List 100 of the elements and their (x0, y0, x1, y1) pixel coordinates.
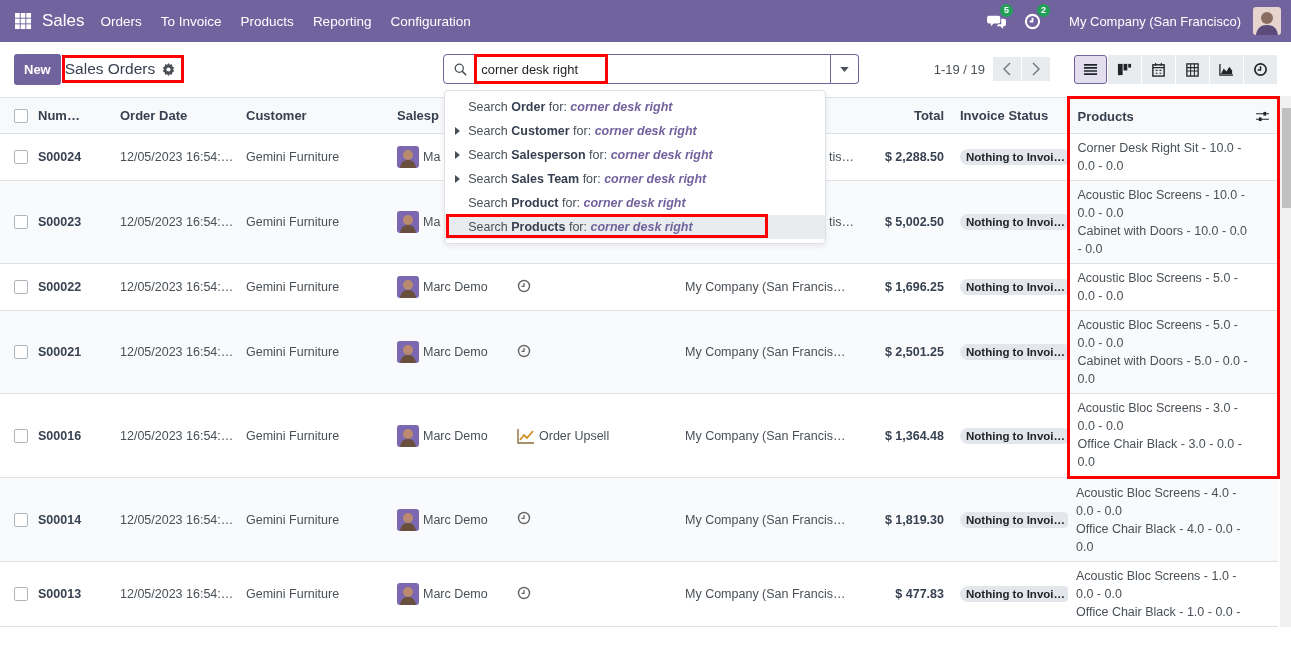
list-view-button[interactable] (1074, 54, 1107, 84)
dropdown-item[interactable]: Search Order for: corner desk right (445, 95, 826, 119)
total-amount: $ 2,288.50 (884, 150, 944, 164)
order-number: S00016 (38, 428, 82, 443)
row-checkbox[interactable] (14, 512, 28, 527)
calendar-view-button[interactable] (1142, 54, 1175, 84)
trend-chart-icon (517, 427, 535, 444)
total-amount: $ 1,819.30 (884, 512, 944, 527)
activity-icon (1253, 61, 1268, 77)
activity-label[interactable]: Order Upsell (539, 428, 610, 443)
status-badge: Nothing to Invoi… (960, 511, 1068, 528)
apps-menu-icon[interactable] (15, 12, 32, 30)
dropdown-item[interactable]: Search Product for: corner desk right (445, 191, 826, 215)
avatar-icon (397, 424, 419, 447)
customer-name: Gemini Furniture (246, 345, 340, 359)
total-amount: $ 477.83 (895, 587, 944, 601)
order-number: S00022 (38, 280, 82, 294)
total-amount: $ 1,696.25 (884, 280, 944, 294)
customer-name: Gemini Furniture (246, 587, 340, 601)
select-all-checkbox[interactable] (14, 109, 28, 124)
expand-triangle-icon[interactable] (455, 175, 461, 183)
app-name[interactable]: Sales (42, 11, 85, 31)
menu-item[interactable]: To Invoice (160, 13, 222, 29)
search-options-toggle[interactable] (831, 54, 860, 84)
menu-item[interactable]: Configuration (390, 13, 471, 29)
dropdown-item[interactable]: Search Sales Team for: corner desk right (445, 167, 826, 191)
column-header[interactable]: Total (913, 108, 944, 123)
salesperson-name: Marc Demo (423, 428, 488, 443)
chevron-left-icon (1003, 62, 1011, 76)
graph-view-button[interactable] (1210, 54, 1243, 84)
dropdown-item[interactable]: Search Products for: corner desk right (445, 215, 826, 239)
kanban-view-button[interactable] (1108, 54, 1141, 84)
total-amount: $ 2,501.25 (884, 345, 944, 359)
row-checkbox[interactable] (14, 345, 28, 360)
total-amount: $ 1,364.48 (884, 428, 944, 443)
menu-item[interactable]: Orders (100, 13, 142, 29)
status-badge: Nothing to Invoi… (960, 586, 1068, 602)
clock-icon[interactable] (517, 343, 531, 358)
calendar-icon (1151, 61, 1166, 77)
salesperson-name: Ma (423, 150, 441, 164)
chevron-right-icon (1032, 62, 1040, 76)
order-date: 12/05/2023 16:54:… (120, 280, 234, 294)
order-date: 12/05/2023 16:54:… (120, 215, 234, 229)
row-checkbox[interactable] (14, 280, 28, 295)
column-header[interactable]: Products (1068, 97, 1278, 134)
salesperson-name: Ma (423, 215, 441, 229)
user-avatar-icon[interactable] (1253, 7, 1281, 35)
total-amount: $ 5,002.50 (884, 215, 944, 229)
order-number: S00014 (38, 512, 82, 527)
column-header[interactable]: Salesp (397, 108, 439, 123)
company-name: tis… (829, 215, 854, 229)
column-header[interactable]: Customer (246, 108, 307, 123)
row-checkbox[interactable] (14, 215, 28, 230)
activity-view-button[interactable] (1244, 54, 1277, 84)
avatar-icon (397, 508, 419, 531)
expand-triangle-icon[interactable] (455, 151, 461, 159)
status-badge: Nothing to Invoi… (960, 427, 1068, 444)
salesperson-name: Marc Demo (423, 280, 488, 294)
avatar-icon (397, 276, 419, 298)
products-cell: Acoustic Bloc Screens - 1.0 - 0.0 - 0.0 Office Chair Black - 1.0 - 0.0 - (1068, 561, 1278, 627)
order-number: S00024 (38, 150, 82, 164)
pager-value: 1-19 / 19 (933, 61, 985, 77)
avatar-icon (397, 146, 419, 168)
products-cell: Acoustic Bloc Screens - 10.0 - 0.0 - 0.0 Cabinet with Doors - 10.0 - 0.0 - 0.0 (1068, 180, 1278, 264)
settings-icon[interactable] (162, 62, 176, 76)
clock-icon[interactable] (517, 511, 531, 525)
salesperson-name: Marc Demo (423, 587, 488, 601)
company-name: My Company (San Francis… (685, 587, 846, 601)
status-badge: Nothing to Invoi… (960, 344, 1068, 360)
pivot-view-button[interactable] (1176, 54, 1209, 84)
status-badge: Nothing to Invoi… (960, 149, 1068, 165)
salesperson-name: Marc Demo (423, 512, 488, 527)
sliders-icon[interactable] (1255, 110, 1269, 122)
row-checkbox[interactable] (14, 428, 28, 443)
graph-icon (1219, 61, 1234, 77)
status-badge: Nothing to Invoi… (960, 214, 1068, 230)
row-checkbox[interactable] (14, 587, 28, 602)
pivot-icon (1185, 61, 1200, 77)
menu-item[interactable]: Reporting (312, 13, 372, 29)
customer-name: Gemini Furniture (246, 150, 340, 164)
new-button[interactable]: New (14, 53, 61, 85)
order-date: 12/05/2023 16:54:… (120, 345, 234, 359)
order-number: S00021 (38, 345, 82, 359)
expand-triangle-icon[interactable] (455, 127, 461, 135)
dropdown-item[interactable]: Search Salesperson for: corner desk right (445, 143, 826, 167)
search-input[interactable]: corner desk right (477, 57, 606, 81)
salesperson-name: Marc Demo (423, 345, 488, 359)
search-field[interactable]: corner desk right (443, 54, 832, 84)
menu-item[interactable]: Products (240, 13, 294, 29)
clock-icon[interactable] (517, 278, 531, 293)
company-name: My Company (San Francis… (685, 428, 846, 443)
customer-name: Gemini Furniture (246, 428, 340, 443)
avatar-icon (397, 583, 419, 605)
company-name: tis… (829, 150, 854, 164)
row-checkbox[interactable] (14, 150, 28, 165)
products-cell: Acoustic Bloc Screens - 4.0 - 0.0 - 0.0 Office Chair Black - 4.0 - 0.0 - 0.0 (1068, 477, 1278, 562)
customer-name: Gemini Furniture (246, 215, 340, 229)
company-switcher[interactable]: My Company (San Francisco) (1069, 13, 1241, 29)
dropdown-item[interactable]: Search Customer for: corner desk right (445, 119, 826, 143)
clock-icon[interactable] (517, 585, 531, 600)
